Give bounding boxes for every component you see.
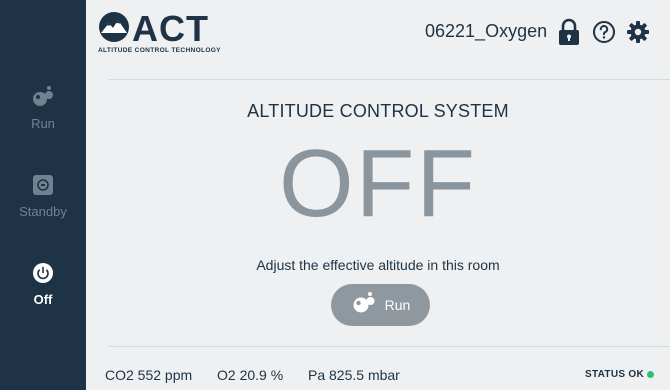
sidebar: Run Standby Off <box>0 0 86 390</box>
room-name: 06221_Oxygen <box>425 21 548 41</box>
sidebar-item-standby[interactable]: Standby <box>0 172 86 232</box>
pressure-reading: Pa 825.5 mbar <box>308 367 400 383</box>
system-title: ALTITUDE CONTROL SYSTEM <box>247 101 509 121</box>
act-logo: ACT ALTITUDE CONTROL TECHNOLOGY <box>98 8 228 56</box>
status-indicator-dot <box>647 371 654 378</box>
lock-icon[interactable] <box>556 18 582 46</box>
mountain-logo-icon <box>99 12 129 42</box>
o2-reading: O2 20.9 % <box>217 367 284 383</box>
sidebar-item-label: Run <box>31 116 55 131</box>
main-panel: ACT ALTITUDE CONTROL TECHNOLOGY 06221_Ox… <box>86 0 670 390</box>
logo-subtitle: ALTITUDE CONTROL TECHNOLOGY <box>98 47 221 54</box>
logo-wordmark: ACT <box>132 8 209 49</box>
help-icon[interactable] <box>591 18 617 46</box>
system-state: OFF <box>279 130 477 237</box>
sidebar-item-run[interactable]: Run <box>0 84 86 144</box>
gear-icon[interactable] <box>625 18 651 46</box>
system-subtitle: Adjust the effective altitude in this ro… <box>256 257 500 273</box>
run-button-label: Run <box>384 297 411 313</box>
sidebar-item-off[interactable]: Off <box>0 260 86 320</box>
sidebar-item-label: Standby <box>19 204 67 219</box>
footer-divider <box>108 346 670 347</box>
sidebar-item-label: Off <box>33 292 53 307</box>
power-icon <box>30 260 56 286</box>
co2-reading: CO2 552 ppm <box>105 367 193 383</box>
run-bubbles-icon <box>30 84 56 110</box>
run-bubbles-icon <box>351 291 377 320</box>
header-divider <box>108 79 670 80</box>
run-button[interactable]: Run <box>331 284 430 326</box>
standby-icon <box>30 172 56 198</box>
status-text: STATUS OK <box>585 369 644 380</box>
